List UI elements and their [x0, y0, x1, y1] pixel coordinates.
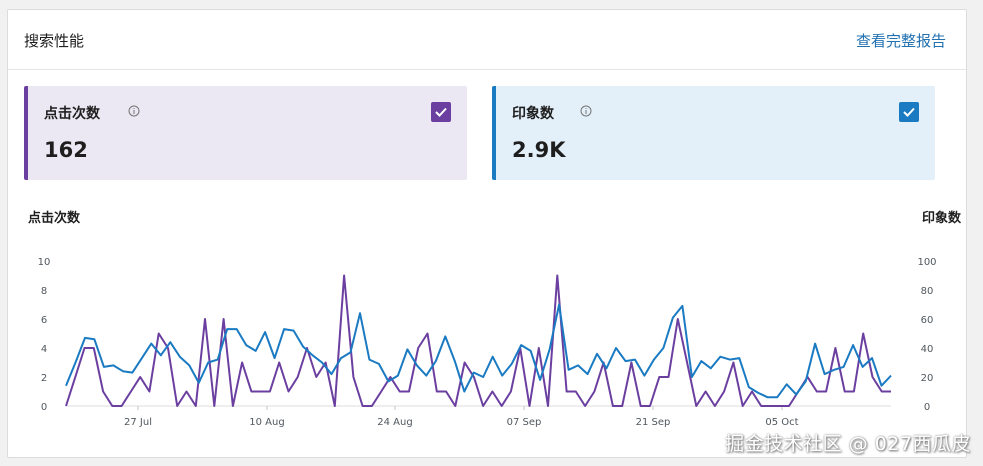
clicks-series-line	[65, 274, 891, 407]
y-right-tick-label: 40	[921, 344, 934, 355]
y-left-tick-label: 4	[41, 344, 47, 355]
x-tick-label: 05 Oct	[765, 417, 798, 428]
y-left-tick-label: 6	[41, 315, 47, 326]
x-tick-label: 27 Jul	[124, 417, 152, 428]
y-left-tick-label: 8	[41, 286, 47, 297]
y-right-tick-label: 60	[921, 315, 934, 326]
x-tick-label: 07 Sep	[507, 417, 542, 428]
x-tick-label: 10 Aug	[249, 417, 284, 428]
y-right-tick-label: 0	[924, 402, 930, 413]
y-left-tick-label: 10	[38, 257, 51, 268]
y-right-tick-label: 100	[917, 257, 936, 268]
y-right-tick-label: 80	[921, 286, 934, 297]
y-right-tick-label: 20	[921, 373, 934, 384]
x-tick-label: 21 Sep	[636, 417, 671, 428]
y-left-tick-label: 0	[41, 402, 47, 413]
x-tick-label: 24 Aug	[377, 417, 412, 428]
y-left-tick-label: 2	[41, 373, 47, 384]
performance-line-chart: 024681002040608010027 Jul 10 Aug 24 Aug 07 …	[38, 257, 937, 428]
impressions-series-line	[65, 303, 892, 399]
watermark-text: 掘金技术社区 @ 027西瓜皮	[725, 433, 971, 455]
